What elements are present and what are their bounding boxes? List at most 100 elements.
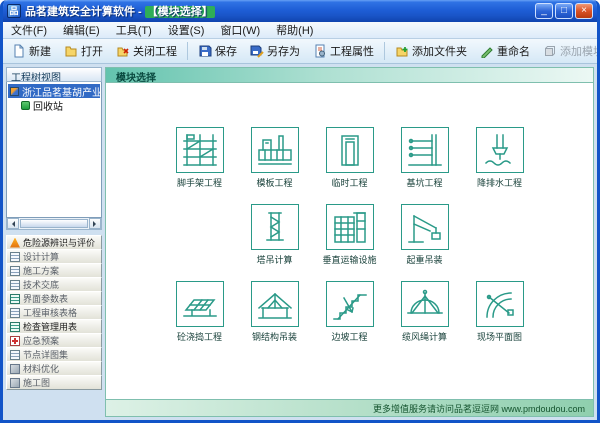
module-label: 钢结构吊装 [252,330,297,343]
menu-window[interactable]: 窗口(W) [212,21,268,39]
module-select-tab: 模块选择 [106,68,593,83]
module-row: 塔吊计算 垂直运输设施 起重吊装 [241,204,458,266]
scroll-right-arrow-icon[interactable] [89,218,101,229]
sidebar-item-label: 技术交底 [23,278,59,291]
sidebar-item-parameter-table[interactable]: 界面参数表 [6,291,102,306]
open-button[interactable]: 打开 [58,40,109,62]
warning-icon [10,238,20,248]
maximize-button[interactable]: □ [555,3,573,19]
sidebar-item-hazard-identification[interactable]: 危险源辨识与评价 [6,235,102,250]
project-properties-button[interactable]: 工程属性 [307,40,380,62]
menu-tools[interactable]: 工具(T) [108,21,160,39]
menubar: 文件(F) 编辑(E) 工具(T) 设置(S) 窗口(W) 帮助(H) [3,22,597,39]
sidebar-item-label: 施工图 [23,376,50,389]
statusbar: 更多增值服务请访问品茗逗逗网 www.pmdoudou.com [106,399,593,416]
close-button[interactable]: × [575,3,593,19]
vertical-transport-icon [330,209,370,245]
add-module-icon [543,44,557,58]
document-icon [10,266,20,276]
sidebar-item-audit-forms[interactable]: 工程审核表格 [6,305,102,320]
table-icon [10,294,20,304]
scroll-left-arrow-icon[interactable] [7,218,19,229]
menu-help[interactable]: 帮助(H) [268,21,321,39]
module-drainage[interactable]: 降排水工程 [466,127,533,189]
sidebar-item-label: 节点详图集 [23,348,68,361]
document-icon [10,280,20,290]
lifting-icon [405,209,445,245]
module-temporary-works[interactable]: 临时工程 [316,127,383,189]
sidebar-item-detail-drawings[interactable]: 节点详图集 [6,347,102,362]
menu-settings[interactable]: 设置(S) [160,21,213,39]
site-plan-icon [480,286,520,322]
statusbar-text: 更多增值服务请访问品茗逗逗网 www.pmdoudou.com [373,402,585,415]
module-label: 临时工程 [331,176,367,189]
tree-node-recycle-bin[interactable]: 回收站 [19,98,100,112]
menu-edit[interactable]: 编辑(E) [55,21,108,39]
sidebar-item-design-calc[interactable]: 设计计算 [6,249,102,264]
checklist-icon [10,322,20,332]
module-slope[interactable]: 边坡工程 [316,281,383,343]
new-button[interactable]: 新建 [6,40,57,62]
sidebar-item-label: 工程审核表格 [23,306,77,319]
module-guy-rope[interactable]: 缆风绳计算 [391,281,458,343]
toolbar-separator [384,42,385,60]
scaffold-icon [180,132,220,168]
module-grid: 脚手架工程 模板工程 临时工程 基坑工程 [106,83,593,399]
sidebar-item-material-optimization[interactable]: 材料优化 [6,361,102,376]
save-button-label: 保存 [215,43,237,59]
new-button-label: 新建 [29,43,51,59]
module-label: 塔吊计算 [256,253,292,266]
temporary-works-icon [330,132,370,168]
project-node-icon [10,87,19,96]
module-vertical-transport[interactable]: 垂直运输设施 [316,204,383,266]
save-as-button[interactable]: 另存为 [244,40,306,62]
module-label: 起重吊装 [406,253,442,266]
module-label: 边坡工程 [331,330,367,343]
rename-icon [480,44,494,58]
sidebar-item-technical-disclosure[interactable]: 技术交底 [6,277,102,292]
module-formwork[interactable]: 模板工程 [241,127,308,189]
drawing-book-icon [10,350,20,360]
form-icon [10,308,20,318]
sidebar-item-emergency-plan[interactable]: 应急预案 [6,333,102,348]
close-project-button-label: 关闭工程 [133,43,177,59]
app-window: 品 品茗建筑安全计算软件 - 【模块选择】 _ □ × 文件(F) 编辑(E) … [0,0,600,423]
tree-node-label: 回收站 [33,98,63,112]
scrollbar-thumb[interactable] [20,219,88,228]
module-steel-structure[interactable]: 钢结构吊装 [241,281,308,343]
save-button[interactable]: 保存 [192,40,243,62]
sidebar-item-inspection-forms[interactable]: 检查管理用表 [6,319,102,334]
module-label: 砼浇捣工程 [177,330,222,343]
close-project-icon [116,44,130,58]
module-lifting[interactable]: 起重吊装 [391,204,458,266]
open-folder-icon [64,44,78,58]
menu-file[interactable]: 文件(F) [3,21,55,39]
module-tower-crane[interactable]: 塔吊计算 [241,204,308,266]
sidebar-item-label: 危险源辨识与评价 [23,236,95,249]
main-panel: 模块选择 脚手架工程 模板工程 临时工程 [105,67,594,417]
sidebar-item-construction-plan[interactable]: 施工方案 [6,263,102,278]
module-row: 砼浇捣工程 钢结构吊装 边坡工程 缆风绳计算 [166,281,533,343]
module-site-plan[interactable]: 现场平面图 [466,281,533,343]
window-controls: _ □ × [535,3,593,19]
save-as-icon [250,44,264,58]
tree-node-project[interactable]: 浙江品茗基胡产业软.. [8,84,100,98]
tree-horizontal-scrollbar[interactable] [6,218,102,230]
add-folder-icon [395,44,409,58]
sidebar-item-label: 界面参数表 [23,292,68,305]
module-scaffold[interactable]: 脚手架工程 [166,127,233,189]
rename-button[interactable]: 重命名 [474,40,536,62]
sidebar-item-label: 材料优化 [23,362,59,375]
minimize-button[interactable]: _ [535,3,553,19]
module-foundation-pit[interactable]: 基坑工程 [391,127,458,189]
foundation-pit-icon [405,132,445,168]
module-label: 缆风绳计算 [402,330,447,343]
add-module-button[interactable]: 添加模块 [537,40,600,62]
close-project-button[interactable]: 关闭工程 [110,40,183,62]
sidebar-item-construction-drawing[interactable]: 施工图 [6,375,102,390]
add-folder-button[interactable]: 添加文件夹 [389,40,473,62]
module-concrete-pour[interactable]: 砼浇捣工程 [166,281,233,343]
tower-crane-icon [255,209,295,245]
left-panel: 工程树视图 浙江品茗基胡产业软.. 回收站 危险源辨识与评 [6,67,102,417]
recycle-bin-icon [21,101,30,110]
